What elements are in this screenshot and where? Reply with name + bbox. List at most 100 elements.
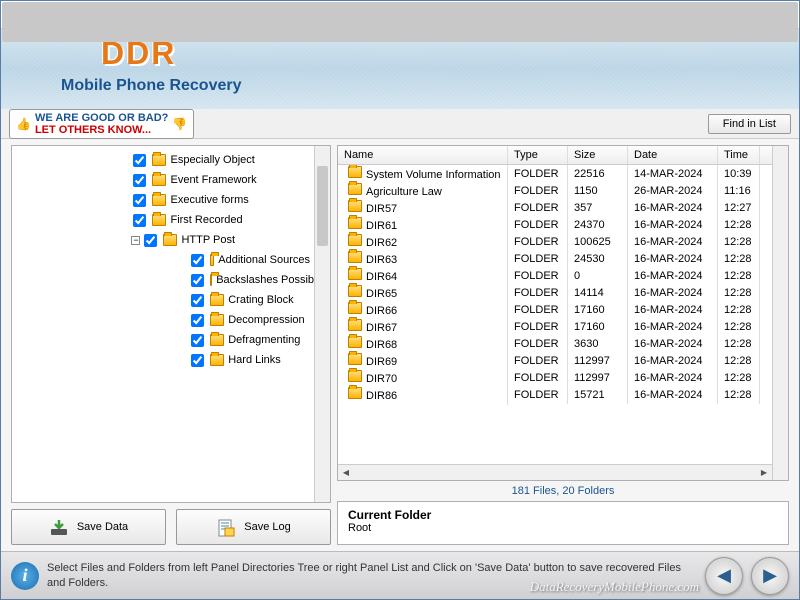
- directory-tree[interactable]: Especially Object Event Framework Execut…: [11, 145, 331, 503]
- folder-icon: [348, 234, 362, 246]
- tree-item-label: Executive forms: [170, 194, 248, 206]
- tree-checkbox[interactable]: [133, 174, 146, 187]
- tree-checkbox[interactable]: [191, 354, 204, 367]
- status-summary: 181 Files, 20 Folders: [337, 485, 789, 497]
- folder-icon: [348, 251, 362, 263]
- left-panel: Especially Object Event Framework Execut…: [11, 145, 331, 545]
- app-window: Basic Search DDR Mobile Phone Recovery 👍…: [0, 0, 800, 600]
- save-data-button[interactable]: Save Data: [11, 509, 166, 545]
- tree-checkbox[interactable]: [144, 234, 157, 247]
- nav-back-button[interactable]: ◀: [705, 557, 743, 595]
- folder-icon: [210, 254, 214, 266]
- list-header[interactable]: Name Type Size Date Time: [338, 146, 772, 165]
- nav-forward-button[interactable]: ▶: [751, 557, 789, 595]
- tree-item-label: Crating Block: [228, 294, 293, 306]
- tree-item-label: Especially Object: [170, 154, 254, 166]
- tree-item[interactable]: Event Framework: [16, 170, 310, 190]
- tree-item[interactable]: Defragmenting: [16, 330, 310, 350]
- main-area: Especially Object Event Framework Execut…: [1, 139, 799, 551]
- toolbar: 👍 WE ARE GOOD OR BAD? LET OTHERS KNOW...…: [1, 109, 799, 139]
- folder-icon: [348, 353, 362, 365]
- tree-item-label: Decompression: [228, 314, 304, 326]
- folder-icon: [152, 214, 166, 226]
- folder-icon: [210, 274, 212, 286]
- folder-icon: [210, 294, 224, 306]
- folder-icon: [348, 336, 362, 348]
- tree-item-label: Backslashes Possibly: [216, 274, 314, 286]
- feedback-line1: WE ARE GOOD OR BAD?: [35, 112, 168, 124]
- tree-item[interactable]: Backslashes Possibly: [16, 270, 310, 290]
- col-type[interactable]: Type: [508, 146, 568, 164]
- col-date[interactable]: Date: [628, 146, 718, 164]
- tree-item[interactable]: Hard Links: [16, 350, 310, 370]
- watermark: DataRecoveryMobilePhone.com: [530, 579, 699, 595]
- feedback-line2: LET OTHERS KNOW...: [35, 124, 168, 136]
- folder-icon: [348, 387, 362, 399]
- folder-icon: [348, 200, 362, 212]
- find-in-list-button[interactable]: Find in List: [708, 114, 791, 134]
- col-size[interactable]: Size: [568, 146, 628, 164]
- expander-icon[interactable]: −: [131, 236, 140, 245]
- folder-icon: [348, 183, 362, 195]
- tree-item-label: Event Framework: [170, 174, 256, 186]
- tree-item[interactable]: Especially Object: [16, 150, 310, 170]
- save-log-button[interactable]: Save Log: [176, 509, 331, 545]
- folder-icon: [348, 302, 362, 314]
- feedback-button[interactable]: 👍 WE ARE GOOD OR BAD? LET OTHERS KNOW...…: [9, 109, 194, 139]
- folder-icon: [152, 154, 166, 166]
- folder-icon: [152, 194, 166, 206]
- file-list[interactable]: Name Type Size Date Time System Volume I…: [337, 145, 789, 481]
- list-scrollbar-horizontal[interactable]: ◀ ▶: [338, 464, 772, 480]
- tree-item[interactable]: − HTTP Post: [16, 230, 310, 250]
- folder-icon: [210, 314, 224, 326]
- tree-item-label: Additional Sources: [218, 254, 310, 266]
- tree-item[interactable]: Decompression: [16, 310, 310, 330]
- tree-checkbox[interactable]: [191, 274, 204, 287]
- tree-scrollbar[interactable]: [314, 146, 330, 502]
- logo-subtitle: Mobile Phone Recovery: [61, 77, 242, 95]
- folder-icon: [348, 217, 362, 229]
- tree-item[interactable]: First Recorded: [16, 210, 310, 230]
- col-name[interactable]: Name: [338, 146, 508, 164]
- col-time[interactable]: Time: [718, 146, 760, 164]
- table-row[interactable]: DIR86FOLDER1572116-MAR-202412:28: [338, 386, 772, 403]
- thumb-up-icon: 👍: [16, 117, 31, 131]
- tree-checkbox[interactable]: [133, 194, 146, 207]
- current-folder-label: Current Folder: [348, 508, 431, 522]
- tree-item[interactable]: Executive forms: [16, 190, 310, 210]
- folder-icon: [210, 334, 224, 346]
- tree-item[interactable]: Additional Sources: [16, 250, 310, 270]
- list-scrollbar-vertical[interactable]: [772, 146, 788, 480]
- folder-icon: [348, 319, 362, 331]
- scroll-right-icon[interactable]: ▶: [758, 467, 770, 479]
- save-data-label: Save Data: [77, 521, 128, 533]
- save-log-label: Save Log: [244, 521, 290, 533]
- chevron-left-icon: ◀: [717, 565, 731, 586]
- right-panel: Name Type Size Date Time System Volume I…: [337, 145, 789, 545]
- folder-icon: [163, 234, 177, 246]
- tree-item-label: Hard Links: [228, 354, 281, 366]
- tree-checkbox[interactable]: [191, 334, 204, 347]
- tree-checkbox[interactable]: [191, 294, 204, 307]
- folder-icon: [348, 285, 362, 297]
- folder-icon: [348, 166, 362, 178]
- current-folder-path: Root: [348, 522, 371, 534]
- tree-item-label: First Recorded: [170, 214, 242, 226]
- save-log-icon: [216, 519, 236, 535]
- tree-item-label: HTTP Post: [181, 234, 235, 246]
- tree-checkbox[interactable]: [133, 214, 146, 227]
- folder-icon: [152, 174, 166, 186]
- save-data-icon: [49, 519, 69, 535]
- folder-icon: [348, 268, 362, 280]
- thumb-down-icon: 👎: [172, 117, 187, 131]
- info-icon: i: [11, 562, 39, 590]
- tree-checkbox[interactable]: [191, 314, 204, 327]
- scroll-left-icon[interactable]: ◀: [340, 467, 352, 479]
- tree-checkbox[interactable]: [191, 254, 204, 267]
- folder-icon: [210, 354, 224, 366]
- tree-item[interactable]: Crating Block: [16, 290, 310, 310]
- tree-checkbox[interactable]: [133, 154, 146, 167]
- tree-item-label: Defragmenting: [228, 334, 300, 346]
- current-folder-box: Current Folder Root: [337, 501, 789, 545]
- folder-icon: [348, 370, 362, 382]
